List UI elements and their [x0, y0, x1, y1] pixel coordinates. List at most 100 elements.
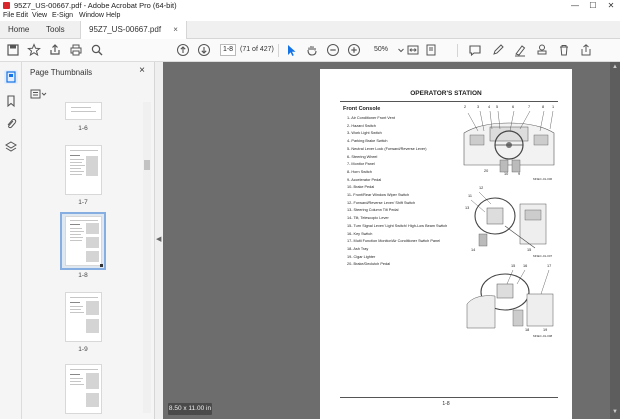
- scroll-icon[interactable]: [424, 43, 438, 57]
- zoom-out-icon[interactable]: [326, 43, 340, 57]
- list-item: 6- Steering Wheel: [347, 154, 378, 159]
- document-view[interactable]: OPERATOR'S STATION Front Console 1- Air …: [163, 62, 620, 419]
- callout: 9: [518, 172, 521, 176]
- list-item: 1- Air Conditioner Front Vent: [347, 116, 395, 120]
- search-icon[interactable]: [90, 43, 104, 57]
- figure-code: MNEC-01-007: [533, 254, 553, 258]
- list-item: 12- Forward/Reverse Lever/ Shift Switch: [347, 200, 416, 205]
- menu-help[interactable]: Help: [106, 11, 120, 21]
- document-scrollbar[interactable]: ▲ ▼: [610, 62, 620, 419]
- thumbnail-page[interactable]: [65, 102, 102, 120]
- list-item: 3- Work Light Switch: [347, 131, 382, 136]
- list-item: 7- Monitor Panel: [347, 162, 375, 167]
- acrobat-app-icon: [3, 2, 10, 9]
- panel-splitter[interactable]: ◀: [155, 62, 163, 419]
- tab-document-label: 95Z7_US-00667.pdf: [89, 25, 162, 34]
- callout: 1: [552, 105, 555, 109]
- toolbar-divider: [457, 44, 458, 57]
- page-number: 1-8: [442, 401, 450, 407]
- callout: 8: [542, 105, 545, 109]
- callout: 15: [511, 264, 516, 268]
- main-toolbar: 1-8 (71 of 427) 50%: [0, 39, 620, 62]
- menu-window[interactable]: Window: [79, 11, 104, 21]
- page-number-input[interactable]: 1-8: [220, 44, 236, 56]
- delete-icon[interactable]: [557, 43, 571, 57]
- close-panel-icon[interactable]: ×: [139, 65, 145, 76]
- list-item: 4- Parking Brake Switch: [347, 139, 388, 144]
- print-icon[interactable]: [69, 43, 83, 57]
- list-item: 8- Horn Switch: [347, 169, 372, 174]
- list-item: 10- Brake Pedal: [347, 185, 375, 190]
- page-header: OPERATOR'S STATION: [410, 90, 482, 97]
- fit-icon[interactable]: [406, 43, 420, 57]
- thumbnail-scrollbar[interactable]: [143, 102, 151, 413]
- tab-tools[interactable]: Tools: [38, 21, 73, 39]
- scroll-down-icon[interactable]: ▼: [612, 409, 618, 415]
- thumbnail-page[interactable]: [65, 292, 102, 342]
- figure-code: MNEC-01-008: [533, 334, 553, 338]
- comment-icon[interactable]: [468, 43, 482, 57]
- callout: 2: [464, 105, 467, 109]
- section-title: Front Console: [343, 106, 381, 112]
- list-item: 20- Brake/Declutch Pedal: [347, 262, 391, 267]
- tab-bar: Home Tools 95Z7_US-00667.pdf ×: [0, 21, 620, 40]
- upload-icon[interactable]: [48, 43, 62, 57]
- thumbnail-label: 1-6: [78, 125, 88, 132]
- chevron-down-icon[interactable]: [394, 43, 404, 57]
- attachment-icon[interactable]: [4, 117, 18, 131]
- bookmark-icon[interactable]: [4, 94, 18, 108]
- callout: 6: [512, 105, 515, 109]
- maximize-button[interactable]: ☐: [584, 0, 602, 11]
- callout: 5: [496, 105, 499, 109]
- page-thumbnails-panel: Page Thumbnails × 1-6 1-7 1-8 1-9: [22, 62, 155, 419]
- highlight-icon[interactable]: [513, 43, 527, 57]
- list-item: 17- Multi Function Monitor/Air Condition…: [347, 239, 441, 244]
- thumbnail-page[interactable]: [65, 364, 102, 414]
- title-bar: 95Z7_US-00667.pdf - Adobe Acrobat Pro (6…: [0, 0, 620, 11]
- collapse-panel-icon[interactable]: ◀: [156, 235, 161, 243]
- tab-home[interactable]: Home: [0, 21, 37, 39]
- close-window-button[interactable]: ✕: [602, 0, 620, 11]
- thumbnail-page-selected[interactable]: [65, 216, 102, 266]
- prev-page-icon[interactable]: [176, 43, 190, 57]
- star-icon[interactable]: [27, 43, 41, 57]
- zoom-level[interactable]: 50%: [368, 44, 394, 56]
- next-page-icon[interactable]: [197, 43, 211, 57]
- thumbnail-marker: [100, 264, 103, 267]
- window-title: 95Z7_US-00667.pdf - Adobe Acrobat Pro (6…: [14, 1, 177, 10]
- list-item: 5- Neutral Lever Lock (Forward/Reverse L…: [347, 146, 427, 151]
- figure-front-console: 2 3 4 5 6 7 8 1 20 10 9: [460, 105, 558, 177]
- thumbnail-options-icon[interactable]: [30, 86, 48, 99]
- thumbnail-scrollbar-thumb[interactable]: [144, 160, 150, 170]
- layers-icon[interactable]: [4, 140, 18, 154]
- hand-icon[interactable]: [305, 43, 319, 57]
- menu-edit[interactable]: Edit: [16, 11, 28, 21]
- share-icon[interactable]: [579, 43, 593, 57]
- zoom-in-icon[interactable]: [347, 43, 361, 57]
- stamp-icon[interactable]: [535, 43, 549, 57]
- left-navigation-rail: [0, 62, 22, 419]
- tab-close-icon[interactable]: ×: [173, 25, 178, 34]
- thumbnail-label: 1-9: [78, 346, 88, 353]
- list-item: 9- Accelerator Pedal: [347, 177, 382, 182]
- list-item: 16- Key Switch: [347, 231, 373, 236]
- thumbnail-page[interactable]: [65, 145, 102, 195]
- scroll-up-icon[interactable]: ▲: [612, 64, 618, 70]
- callout: 13: [465, 206, 470, 210]
- callout: 15: [527, 248, 532, 252]
- figure-side-console: 15 16 17 18 19: [465, 264, 557, 334]
- page-thumbnails-icon[interactable]: [4, 70, 18, 84]
- list-item: 14- Tilt, Telescopic Lever: [347, 216, 389, 221]
- menu-view[interactable]: View: [32, 11, 47, 21]
- minimize-button[interactable]: —: [566, 0, 584, 11]
- figure-steering-column: 12 11 13 14 15: [465, 186, 555, 254]
- callout: 16: [523, 264, 528, 268]
- menu-esign[interactable]: E-Sign: [52, 11, 73, 21]
- panel-title: Page Thumbnails: [30, 68, 93, 77]
- select-arrow-icon[interactable]: [284, 43, 298, 57]
- save-icon[interactable]: [6, 43, 20, 57]
- menu-file[interactable]: File: [3, 11, 14, 21]
- tab-document[interactable]: 95Z7_US-00667.pdf ×: [80, 21, 187, 40]
- pen-icon[interactable]: [491, 43, 505, 57]
- list-item: 18- Ash Tray: [347, 246, 369, 251]
